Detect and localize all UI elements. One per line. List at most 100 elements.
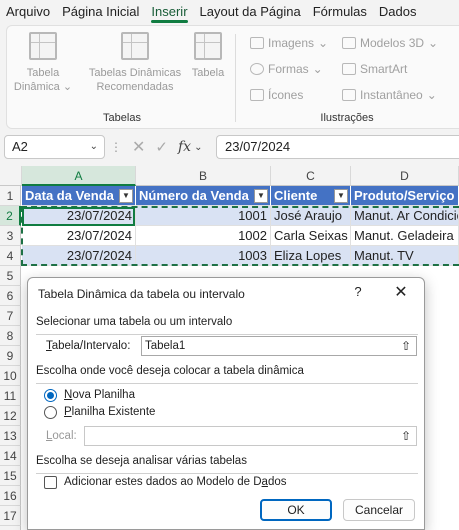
cancel-icon[interactable]: ✕ [132,137,145,157]
recommended-pivot-label-1: Tabelas Dinâmicas [88,67,182,79]
table-header-cell[interactable]: Produto/Serviço [351,186,459,206]
ribbon-separator [235,34,236,122]
smartart-label: SmartArt [360,62,408,76]
chevron-down-icon: ⌄ [426,88,437,102]
row-header[interactable]: 17 [0,506,21,526]
menu-arquivo[interactable]: Arquivo [0,0,56,24]
existing-sheet-label[interactable]: Planilha Existente [64,406,155,418]
ok-button[interactable]: OK [260,499,332,521]
row-header[interactable]: 1 [0,186,21,206]
existing-sheet-radio[interactable] [44,406,57,419]
row-header[interactable]: 18 [0,526,21,530]
images-button[interactable]: Imagens ⌄ [250,36,328,50]
row-header[interactable]: 2 [0,206,21,226]
name-box-value: A2 [12,139,28,154]
table-button[interactable]: Tabela [190,32,226,80]
row-header[interactable]: 14 [0,446,21,466]
group-label-tabelas: Tabelas [103,112,141,124]
new-sheet-label[interactable]: Nova Planilha [64,389,135,401]
filter-dropdown-icon[interactable]: ▼ [119,189,133,203]
table-cell[interactable]: Manut. Geladeira [351,226,459,246]
section-multiple-tables: Escolha se deseja analisar várias tabela… [36,455,418,474]
row-header[interactable]: 7 [0,306,21,326]
local-input[interactable]: ⇧ [84,426,417,446]
new-sheet-radio[interactable] [44,389,57,402]
range-input[interactable]: Tabela1 ⇧ [141,336,417,356]
chevron-down-icon: ⌄ [428,36,439,50]
models-3d-button[interactable]: Modelos 3D ⌄ [342,36,438,50]
name-box[interactable]: A2 ⌄ [4,135,105,159]
column-header-c[interactable]: C [271,166,351,186]
table-icon [194,32,222,60]
recommended-pivot-icon [121,32,149,60]
row-header[interactable]: 3 [0,226,21,246]
column-header-a[interactable]: A [22,166,136,186]
smartart-button[interactable]: SmartArt [342,62,407,76]
screenshot-label: Instantâneo [360,88,423,102]
menu-dados[interactable]: Dados [373,0,423,24]
table-cell[interactable]: 23/07/2024 [22,206,136,226]
row-header[interactable]: 16 [0,486,21,506]
cancel-button[interactable]: Cancelar [343,499,415,521]
table-header-cell[interactable]: Cliente ▼ [271,186,351,206]
row-header[interactable]: 8 [0,326,21,346]
more-options-icon[interactable]: ⋮ [110,140,122,154]
chevron-down-icon: ⌄ [312,62,323,76]
menu-inserir[interactable]: Inserir [145,0,193,24]
image-icon [250,37,264,49]
table-cell[interactable]: Manut. Ar Condicionado [351,206,459,226]
row-header[interactable]: 6 [0,286,21,306]
row-header[interactable]: 15 [0,466,21,486]
table-cell[interactable]: 23/07/2024 [22,226,136,246]
insert-function-icon[interactable]: fx [178,139,191,155]
collapse-range-icon[interactable]: ⇧ [396,427,416,445]
screenshot-button[interactable]: Instantâneo ⌄ [342,88,437,102]
close-icon[interactable]: ✕ [392,282,410,302]
help-icon[interactable]: ? [350,284,366,299]
camera-icon [342,89,356,101]
check-icon[interactable]: ✓ [155,138,168,156]
table-cell[interactable]: 23/07/2024 [22,246,136,266]
table-cell[interactable]: 1001 [136,206,271,226]
group-label-ilustracoes: Ilustrações [320,112,374,124]
table-cell[interactable]: 1002 [136,226,271,246]
column-header-b[interactable]: B [136,166,271,186]
header-text: Data da Venda [25,188,114,203]
filter-dropdown-icon[interactable]: ▼ [334,189,348,203]
cube-icon [342,37,356,49]
dialog-title: Tabela Dinâmica da tabela ou intervalo [38,287,245,301]
chevron-down-icon: ⌄ [89,141,98,152]
column-header-d[interactable]: D [351,166,459,186]
row-header[interactable]: 13 [0,426,21,446]
pivot-table-dialog: Tabela Dinâmica da tabela ou intervalo ?… [27,277,425,530]
add-data-model-label[interactable]: Adicionar estes dados ao Modelo de Dados [64,476,287,488]
row-header[interactable]: 4 [0,246,21,266]
menu-layout-pagina[interactable]: Layout da Página [194,0,307,24]
table-header-cell[interactable]: Número da Venda ▼ [136,186,271,206]
formula-input[interactable]: 23/07/2024 [216,135,459,159]
pivot-table-button[interactable]: Tabela Dinâmica ⌄ [13,32,73,94]
row-header[interactable]: 5 [0,266,21,286]
range-input-value: Tabela1 [145,340,186,352]
filter-dropdown-icon[interactable]: ▼ [254,189,268,203]
add-data-model-checkbox[interactable] [44,476,57,489]
row-header[interactable]: 12 [0,406,21,426]
collapse-range-icon[interactable]: ⇧ [396,337,416,355]
select-all-corner[interactable] [0,166,22,186]
menu-pagina-inicial[interactable]: Página Inicial [56,0,145,24]
row-header[interactable]: 9 [0,346,21,366]
icons-button[interactable]: Ícones [250,88,303,102]
table-cell[interactable]: Manut. TV [351,246,459,266]
table-cell[interactable]: 1003 [136,246,271,266]
table-cell[interactable]: Carla Seixas [271,226,351,246]
row-header[interactable]: 10 [0,366,21,386]
table-header-cell[interactable]: Data da Venda ▼ [22,186,136,206]
menu-formulas[interactable]: Fórmulas [307,0,373,24]
recommended-pivot-button[interactable]: Tabelas Dinâmicas Recomendadas [85,32,185,94]
row-header[interactable]: 11 [0,386,21,406]
shapes-button[interactable]: Formas ⌄ [250,62,323,76]
chevron-down-icon[interactable]: ⌄ [194,142,202,153]
table-cell[interactable]: José Araujo [271,206,351,226]
icons-icon [250,89,264,101]
table-cell[interactable]: Eliza Lopes [271,246,351,266]
